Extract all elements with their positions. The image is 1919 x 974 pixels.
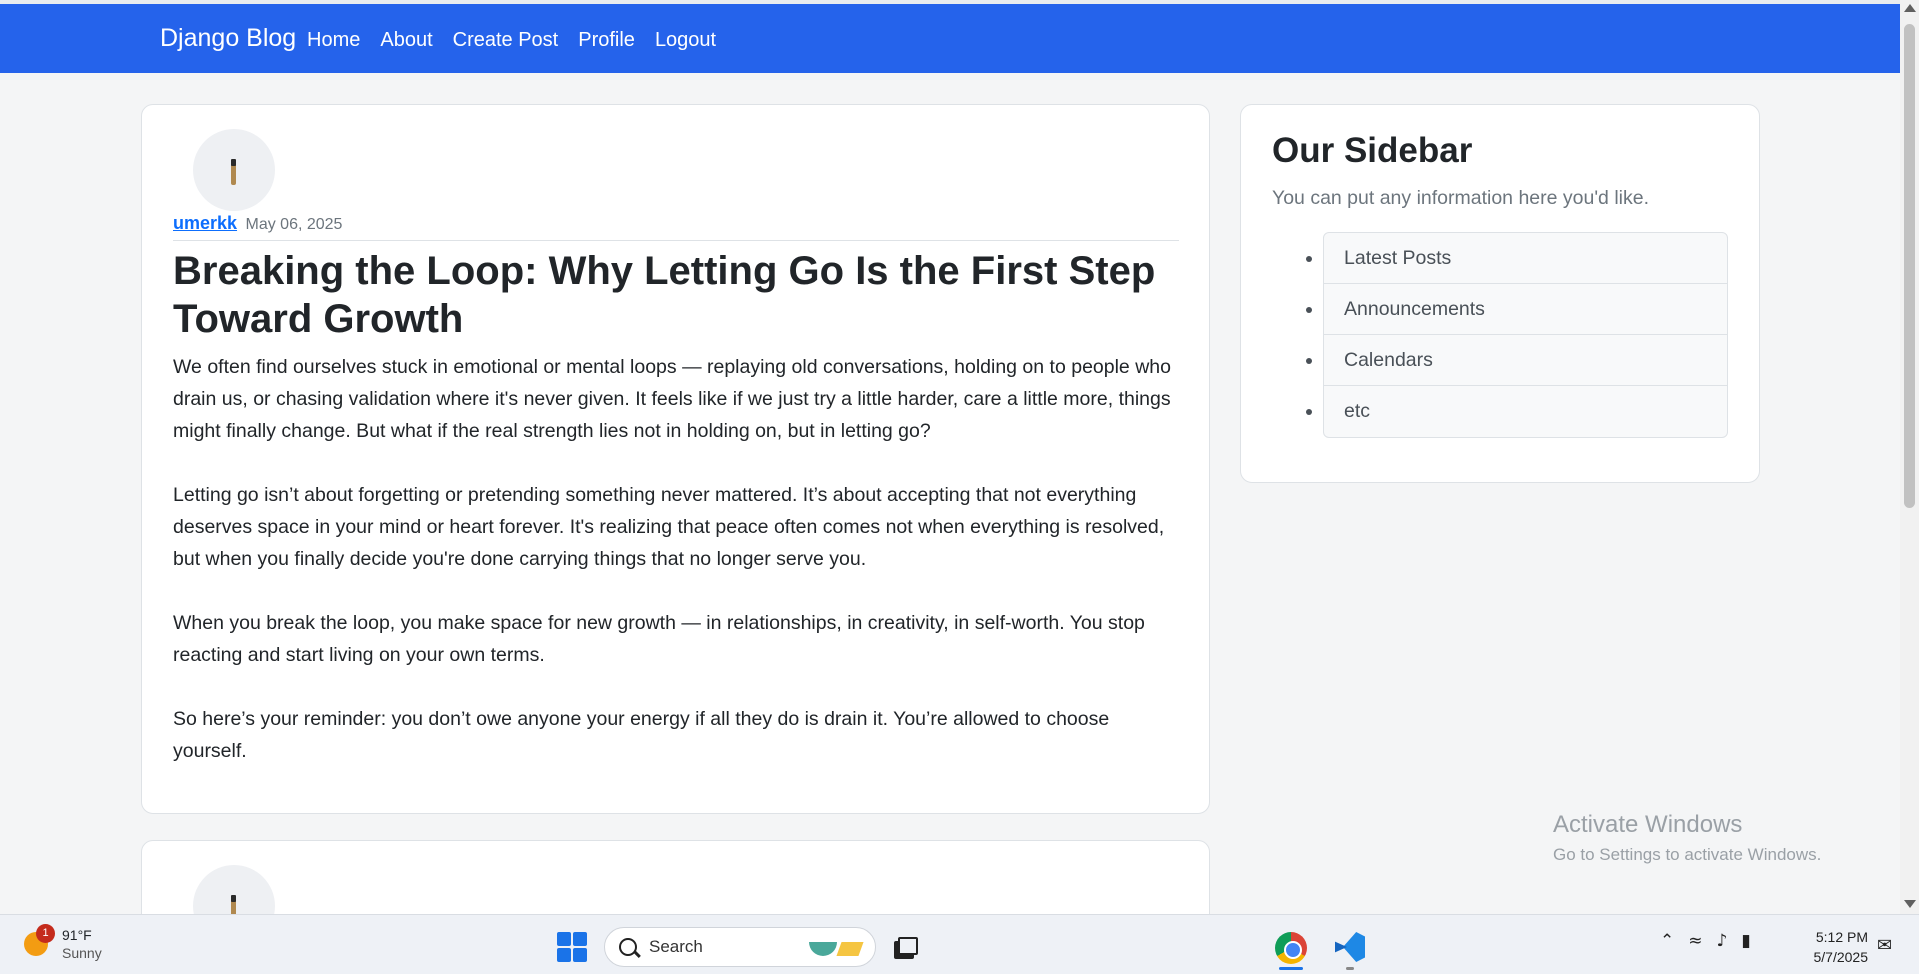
scroll-up-arrow-icon[interactable] [1904,4,1916,12]
post-date: May 06, 2025 [245,216,343,233]
taskbar: 1 91°F Sunny Search ⌃ ≈ ♪ ▮ 5:12 PM 5/7/… [0,914,1919,974]
battery-icon[interactable]: ▮ [1741,931,1750,951]
nav-link-about[interactable]: About [380,29,432,52]
sidebar-list: Latest Posts Announcements Calendars etc [1323,232,1728,438]
clock-time: 5:12 PM [1815,929,1868,945]
sidebar-item-etc[interactable]: etc [1324,386,1727,437]
post-paragraph: When you break the loop, you make space … [173,612,1145,666]
volume-icon[interactable]: ♪ [1717,931,1728,951]
avatar-image [231,163,236,185]
notification-badge: 1 [36,924,55,943]
windows-start-icon[interactable] [557,932,587,962]
vscode-running-indicator [1346,967,1354,970]
sidebar-item-announcements[interactable]: Announcements [1324,284,1727,335]
clock-date: 5/7/2025 [1813,949,1869,965]
sidebar-title: Our Sidebar [1272,131,1473,170]
system-tray: ⌃ ≈ ♪ ▮ [1660,931,1751,951]
sidebar-item-latest-posts[interactable]: Latest Posts [1324,233,1727,284]
sidebar-text: You can put any information here you'd l… [1272,187,1649,209]
wifi-icon[interactable]: ≈ [1688,931,1702,951]
search-placeholder: Search [649,937,703,956]
post-paragraph: We often find ourselves stuck in emotion… [173,356,1171,442]
watermark-subtitle: Go to Settings to activate Windows. [1553,845,1822,864]
navbar: Django Blog Home About Create Post Profi… [0,4,1900,73]
post-meta: umerkk May 06, 2025 [173,213,342,234]
weather-widget[interactable]: 1 91°F Sunny [24,924,102,962]
weather-temperature: 91°F [62,927,92,943]
post-title[interactable]: Breaking the Loop: Why Letting Go Is the… [173,247,1179,343]
vscode-icon[interactable] [1335,932,1365,962]
post-paragraph: Letting go isn’t about forgetting or pre… [173,484,1165,570]
weather-condition: Sunny [62,945,102,961]
task-view-icon[interactable] [894,937,918,959]
chrome-icon[interactable] [1275,932,1307,964]
page-scrollbar[interactable] [1900,0,1919,914]
notification-bell-icon[interactable]: ✉ [1877,935,1892,956]
chevron-up-icon[interactable]: ⌃ [1660,931,1674,951]
post-content: We often find ourselves stuck in emotion… [173,351,1183,799]
chrome-active-indicator [1279,967,1303,970]
watermark-title: Activate Windows [1553,811,1743,838]
taskbar-search[interactable]: Search [604,927,876,967]
nav-link-logout[interactable]: Logout [655,29,716,52]
post-card: umerkk May 06, 2025 Breaking the Loop: W… [141,104,1210,814]
nav-link-profile[interactable]: Profile [578,29,635,52]
nav-links: Home About Create Post Profile Logout [307,29,736,52]
navbar-brand[interactable]: Django Blog [160,24,296,53]
post-paragraph: So here’s your reminder: you don’t owe a… [173,708,1110,762]
taskbar-clock[interactable]: 5:12 PM 5/7/2025 [1806,927,1869,967]
scroll-thumb[interactable] [1904,24,1915,508]
author-avatar[interactable] [193,129,275,211]
activate-windows-watermark: Activate Windows Go to Settings to activ… [1553,811,1821,865]
meta-divider [173,240,1179,241]
sidebar-item-calendars[interactable]: Calendars [1324,335,1727,386]
search-icon [619,938,637,956]
scroll-down-arrow-icon[interactable] [1904,900,1916,908]
nav-link-home[interactable]: Home [307,29,360,52]
search-highlight-icon [809,936,867,960]
sun-icon: 1 [24,924,55,956]
nav-link-create-post[interactable]: Create Post [453,29,559,52]
author-link[interactable]: umerkk [173,213,237,233]
sidebar: Our Sidebar You can put any information … [1240,104,1760,483]
